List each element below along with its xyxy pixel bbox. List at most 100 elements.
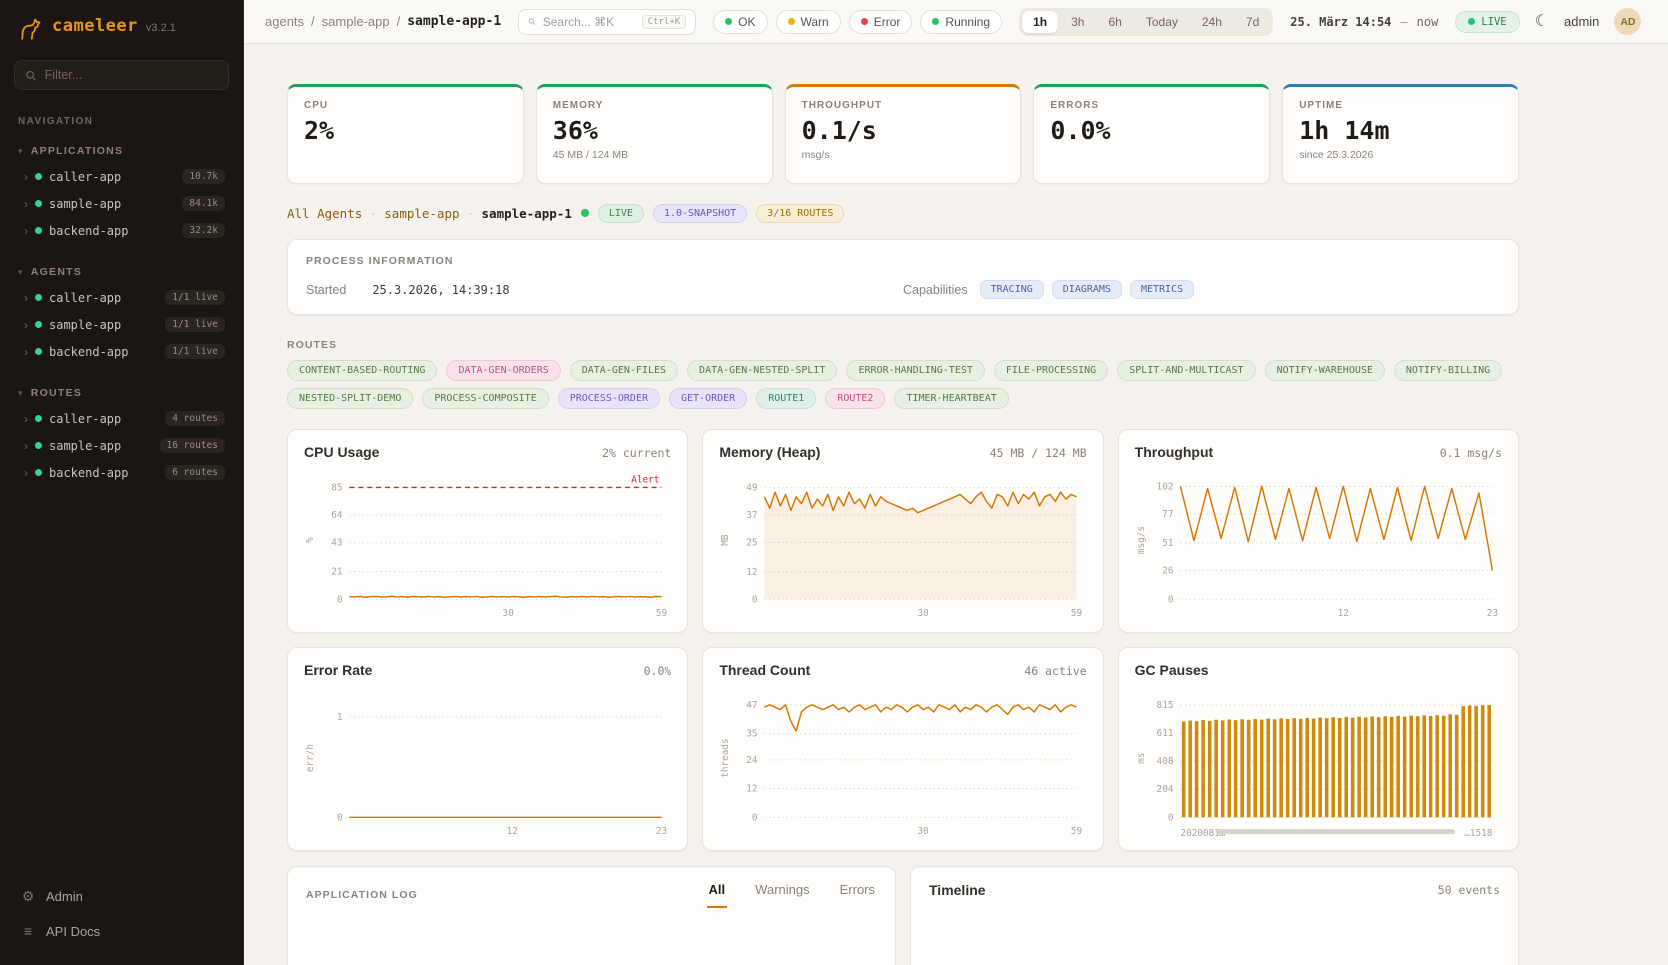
status-filter-ok[interactable]: OK bbox=[713, 10, 767, 34]
crumb-separator: · bbox=[469, 206, 473, 220]
status-filter-running[interactable]: Running bbox=[920, 10, 1002, 34]
svg-text:47: 47 bbox=[747, 700, 758, 711]
sidebar-group-agents[interactable]: ▾AGENTS bbox=[12, 260, 231, 284]
route-badge-error-handling-test[interactable]: ERROR-HANDLING-TEST bbox=[846, 360, 984, 381]
route-badge-data-gen-nested-split[interactable]: DATA-GEN-NESTED-SPLIT bbox=[687, 360, 837, 381]
route-badge-get-order[interactable]: GET-ORDER bbox=[669, 388, 747, 409]
capability-badge-metrics: METRICS bbox=[1130, 280, 1194, 299]
sidebar-item-applications-backend-app[interactable]: ›backend-app32.2k bbox=[12, 217, 231, 244]
route-badge-process-order[interactable]: PROCESS-ORDER bbox=[558, 388, 660, 409]
chart-svg: 0214364853059%Alert bbox=[304, 466, 671, 624]
time-window-display[interactable]: 25. März 14:54 — now bbox=[1290, 15, 1438, 29]
route-badge-split-and-multicast[interactable]: SPLIT-AND-MULTICAST bbox=[1117, 360, 1255, 381]
item-count-badge: 6 routes bbox=[165, 465, 225, 480]
log-tab-warnings[interactable]: Warnings bbox=[753, 882, 811, 908]
status-dot-icon bbox=[788, 18, 795, 25]
svg-text:0: 0 bbox=[337, 594, 343, 605]
breadcrumb: agents / sample-app / sample-app-1 bbox=[265, 14, 501, 29]
user-avatar[interactable]: AD bbox=[1614, 8, 1641, 35]
sidebar-item-routes-caller-app[interactable]: ›caller-app4 routes bbox=[12, 405, 231, 432]
agent-crumb-sample-app[interactable]: sample-app bbox=[384, 206, 459, 221]
item-label: sample-app bbox=[49, 197, 121, 211]
status-dot-icon bbox=[932, 18, 939, 25]
route-badge-notify-warehouse[interactable]: NOTIFY-WAREHOUSE bbox=[1265, 360, 1385, 381]
svg-text:0: 0 bbox=[337, 812, 343, 823]
log-tab-errors[interactable]: Errors bbox=[838, 882, 877, 908]
status-dot-icon bbox=[35, 200, 42, 207]
time-range-today[interactable]: Today bbox=[1135, 11, 1189, 33]
breadcrumb-sample-app[interactable]: sample-app bbox=[322, 14, 390, 29]
sidebar-item-routes-sample-app[interactable]: ›sample-app16 routes bbox=[12, 432, 231, 459]
chart-svg: 0122435473059threads bbox=[719, 684, 1086, 842]
search-input[interactable] bbox=[543, 15, 635, 29]
card-title: PROCESS INFORMATION bbox=[306, 255, 1500, 267]
sidebar-item-agents-backend-app[interactable]: ›backend-app1/1 live bbox=[12, 338, 231, 365]
item-label: caller-app bbox=[49, 170, 121, 184]
status-dot-icon bbox=[35, 469, 42, 476]
route-badge-process-composite[interactable]: PROCESS-COMPOSITE bbox=[422, 388, 548, 409]
kpi-sub: 45 MB / 124 MB bbox=[553, 149, 756, 161]
route-badge-timer-heartbeat[interactable]: TIMER-HEARTBEAT bbox=[894, 388, 1008, 409]
status-dot-icon bbox=[35, 173, 42, 180]
sidebar-footer-api-docs[interactable]: ≡API Docs bbox=[12, 915, 231, 947]
chart-title: GC Pauses bbox=[1135, 662, 1209, 678]
dark-mode-toggle[interactable]: ☾ bbox=[1535, 14, 1549, 30]
item-count-badge: 32.2k bbox=[182, 223, 225, 238]
kpi-card-cpu: CPU2% bbox=[287, 84, 524, 184]
sidebar-groups: ▾APPLICATIONS›caller-app10.7k›sample-app… bbox=[12, 139, 231, 502]
time-range-picker: 1h3h6hToday24h7d bbox=[1019, 8, 1273, 36]
bottom-row: APPLICATION LOG AllWarningsErrors Timeli… bbox=[287, 866, 1519, 965]
chevron-right-icon: › bbox=[24, 198, 28, 210]
status-filter-error[interactable]: Error bbox=[849, 10, 913, 34]
gc-x-axis-scrollbar[interactable] bbox=[1216, 829, 1455, 834]
svg-text:51: 51 bbox=[1162, 538, 1174, 549]
sidebar-item-routes-backend-app[interactable]: ›backend-app6 routes bbox=[12, 459, 231, 486]
route-badge-content-based-routing[interactable]: CONTENT-BASED-ROUTING bbox=[287, 360, 437, 381]
chart-plot: 02651771021223msg/s bbox=[1135, 466, 1502, 624]
sidebar-item-applications-caller-app[interactable]: ›caller-app10.7k bbox=[12, 163, 231, 190]
chevron-right-icon: › bbox=[24, 440, 28, 452]
route-badge-data-gen-files[interactable]: DATA-GEN-FILES bbox=[570, 360, 678, 381]
crumb-separator: · bbox=[371, 206, 375, 220]
time-range-7d[interactable]: 7d bbox=[1235, 11, 1270, 33]
route-badge-route2[interactable]: ROUTE2 bbox=[825, 388, 885, 409]
app-logo[interactable]: cameleer v3.2.1 bbox=[12, 14, 231, 60]
footer-label: Admin bbox=[46, 889, 83, 904]
route-badge-notify-billing[interactable]: NOTIFY-BILLING bbox=[1394, 360, 1502, 381]
svg-text:0: 0 bbox=[752, 594, 758, 605]
sidebar-footer-admin[interactable]: ⚙Admin bbox=[12, 880, 231, 913]
topbar-right: LIVE ☾ admin AD bbox=[1455, 8, 1641, 35]
time-range-1h[interactable]: 1h bbox=[1022, 11, 1058, 33]
breadcrumb-agents[interactable]: agents bbox=[265, 14, 304, 29]
status-filter-warn[interactable]: Warn bbox=[776, 10, 841, 34]
sidebar-item-applications-sample-app[interactable]: ›sample-app84.1k bbox=[12, 190, 231, 217]
sidebar-group-applications[interactable]: ▾APPLICATIONS bbox=[12, 139, 231, 163]
log-tab-all[interactable]: All bbox=[707, 882, 728, 908]
chevron-right-icon: › bbox=[24, 225, 28, 237]
search-icon bbox=[25, 69, 37, 82]
time-range-3h[interactable]: 3h bbox=[1060, 11, 1095, 33]
route-badge-nested-split-demo[interactable]: NESTED-SPLIT-DEMO bbox=[287, 388, 413, 409]
card-title: Timeline bbox=[929, 882, 986, 898]
started-value: 25.3.2026, 14:39:18 bbox=[372, 283, 509, 297]
agent-crumb-all-agents[interactable]: All Agents bbox=[287, 206, 362, 221]
route-badge-route1[interactable]: ROUTE1 bbox=[756, 388, 816, 409]
sidebar-item-agents-sample-app[interactable]: ›sample-app1/1 live bbox=[12, 311, 231, 338]
status-dot-icon bbox=[35, 321, 42, 328]
route-badge-file-processing[interactable]: FILE-PROCESSING bbox=[994, 360, 1108, 381]
now-label: now bbox=[1417, 15, 1439, 29]
route-badge-data-gen-orders[interactable]: DATA-GEN-ORDERS bbox=[446, 360, 560, 381]
item-count-badge: 1/1 live bbox=[165, 344, 225, 359]
svg-text:21: 21 bbox=[331, 567, 343, 578]
filter-input[interactable] bbox=[45, 68, 218, 82]
kpi-card-memory: MEMORY36%45 MB / 124 MB bbox=[536, 84, 773, 184]
sidebar-item-agents-caller-app[interactable]: ›caller-app1/1 live bbox=[12, 284, 231, 311]
time-range-24h[interactable]: 24h bbox=[1191, 11, 1233, 33]
chart-svg: 0204408611815ms2020081……1518 bbox=[1135, 684, 1502, 842]
capabilities-label: Capabilities bbox=[903, 283, 968, 297]
svg-text:…1518: …1518 bbox=[1464, 828, 1493, 839]
svg-text:12: 12 bbox=[747, 784, 758, 795]
time-range-6h[interactable]: 6h bbox=[1097, 11, 1132, 33]
global-search[interactable]: Ctrl+K bbox=[518, 9, 696, 35]
sidebar-group-routes[interactable]: ▾ROUTES bbox=[12, 381, 231, 405]
